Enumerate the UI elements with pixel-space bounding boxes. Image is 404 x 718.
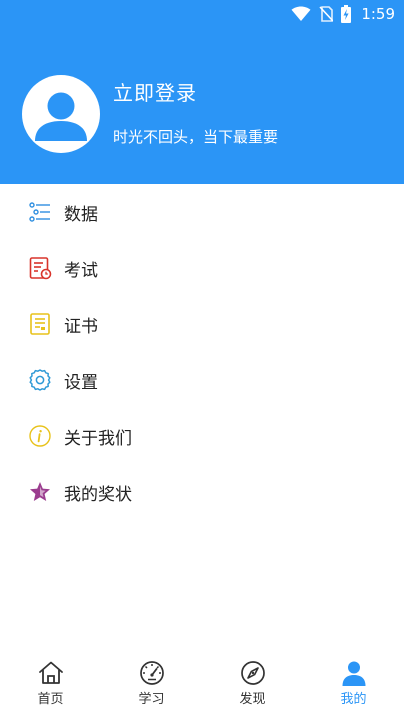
menu-item-label: 考试 <box>64 260 98 281</box>
menu-item-label: 证书 <box>64 316 98 337</box>
nav-label: 我的 <box>340 692 367 707</box>
menu-item-awards[interactable]: 我的奖状 <box>0 464 404 520</box>
menu-item-label: 我的奖状 <box>64 484 132 505</box>
nav-tab-study[interactable]: 学习 <box>101 656 202 718</box>
avatar[interactable] <box>22 75 100 153</box>
profile-screen: 1:59 立即登录 时光不回头，当下最重要 数据 考试 证书 设置 关于我们 我… <box>0 0 404 718</box>
menu-item-label: 数据 <box>64 204 98 225</box>
menu-item-exam[interactable]: 考试 <box>0 240 404 296</box>
wifi-icon <box>291 6 311 22</box>
certificate-icon <box>28 312 52 336</box>
profile-menu: 数据 考试 证书 设置 关于我们 我的奖状 <box>0 184 404 520</box>
battery-charging-icon <box>341 5 352 23</box>
menu-item-data[interactable]: 数据 <box>0 184 404 240</box>
menu-item-label: 设置 <box>64 372 98 393</box>
menu-item-label: 关于我们 <box>64 428 132 449</box>
person-icon <box>340 659 368 687</box>
nav-tab-mine[interactable]: 我的 <box>303 656 404 718</box>
list-icon <box>28 200 52 224</box>
nav-label: 首页 <box>37 692 64 707</box>
gear-icon <box>28 368 52 392</box>
status-time: 1:59 <box>361 5 395 23</box>
menu-item-certificate[interactable]: 证书 <box>0 296 404 352</box>
nav-label: 学习 <box>138 692 165 707</box>
nav-label: 发现 <box>239 692 266 707</box>
info-icon <box>28 424 52 448</box>
exam-icon <box>28 256 52 280</box>
menu-item-about[interactable]: 关于我们 <box>0 408 404 464</box>
star-award-icon <box>28 480 52 504</box>
profile-header: 1:59 立即登录 时光不回头，当下最重要 <box>0 0 404 184</box>
default-avatar-icon <box>35 92 87 141</box>
login-link[interactable]: 立即登录 <box>113 77 197 106</box>
status-bar: 1:59 <box>291 0 404 28</box>
profile-motto: 时光不回头，当下最重要 <box>113 128 279 146</box>
nav-tab-home[interactable]: 首页 <box>0 656 101 718</box>
nav-tab-discover[interactable]: 发现 <box>202 656 303 718</box>
bottom-nav: 首页 学习 发现 我的 <box>0 656 404 718</box>
compass-icon <box>239 659 267 687</box>
speedometer-icon <box>138 659 166 687</box>
home-icon <box>37 659 65 687</box>
no-sim-icon <box>319 6 334 22</box>
menu-item-settings[interactable]: 设置 <box>0 352 404 408</box>
